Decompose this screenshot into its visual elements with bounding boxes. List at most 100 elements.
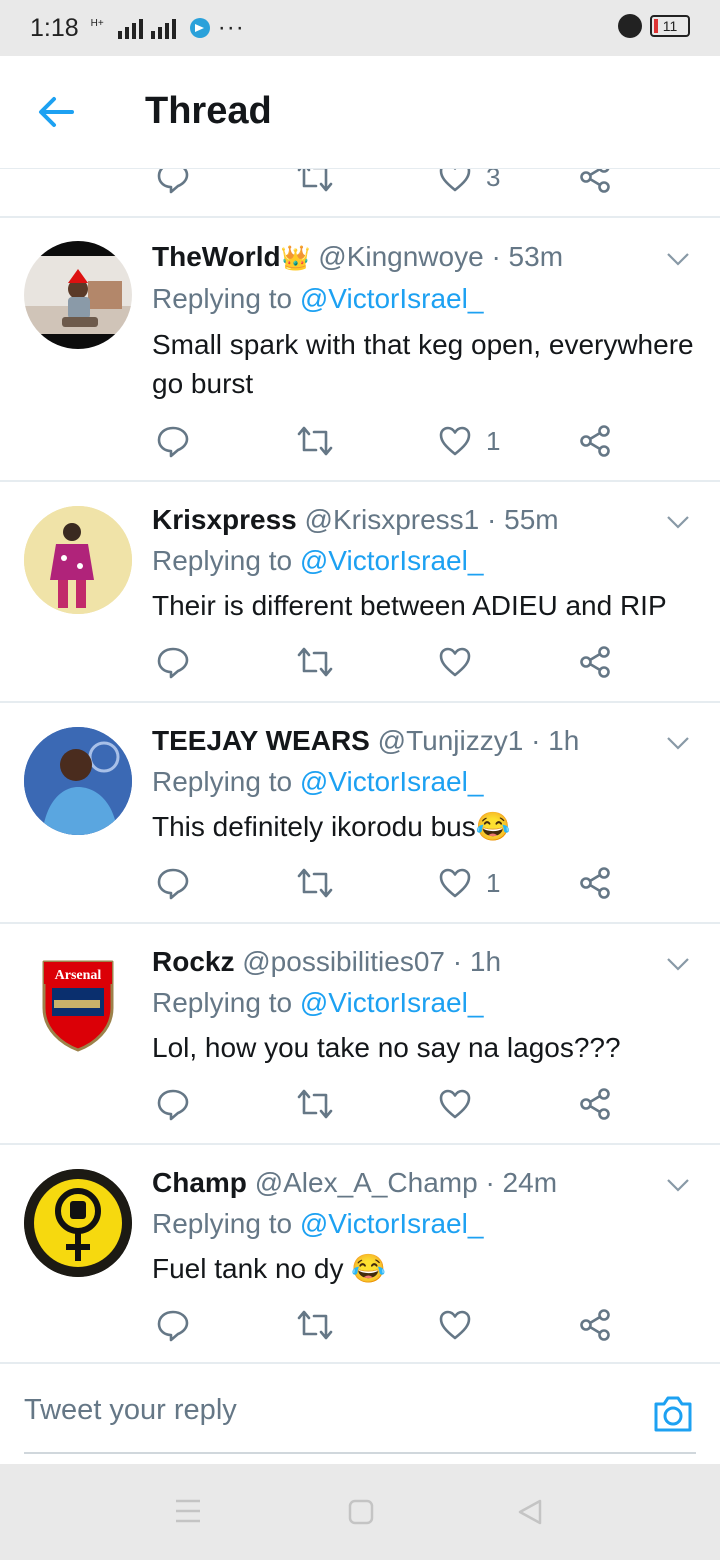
heart-icon [439,426,471,456]
timestamp: · 1h [452,946,502,977]
avatar-image [24,727,132,835]
replying-to: Replying to @VictorIsrael_ [152,283,483,315]
display-name[interactable]: TheWorld [152,241,281,272]
avatar[interactable] [24,1169,132,1277]
display-name[interactable]: Krisxpress [152,504,297,535]
mention-link[interactable]: @VictorIsrael_ [300,987,484,1018]
reply-input[interactable]: Tweet your reply [24,1394,237,1427]
menu-icon[interactable] [174,1498,202,1524]
replying-to-label: Replying to [152,766,293,797]
retweet-icon[interactable] [296,169,334,197]
display-name[interactable]: Rockz [152,946,234,977]
reply-button[interactable] [156,1305,190,1345]
retweet-button[interactable] [296,1305,334,1345]
mention-link[interactable]: @VictorIsrael_ [300,1208,484,1239]
chevron-down-icon[interactable] [666,952,690,976]
share-button[interactable] [578,1084,612,1124]
reply-icon[interactable] [156,169,190,197]
like-button[interactable] [438,642,486,682]
share-icon[interactable] [578,169,612,197]
arsenal-label: Arsenal [55,968,102,983]
tweet-header: TheWorld👑 @Kingnwoye · 53m [152,241,563,273]
tweet-item[interactable]: Arsenal Rockz @possibilities07 · 1h Repl… [0,924,720,1145]
reply-button[interactable] [156,863,190,903]
reply-icon [157,1310,189,1342]
crown-badge-icon: 👑 [280,245,311,272]
like-button[interactable]: 3 [438,169,500,197]
reply-button[interactable] [156,1084,190,1124]
retweet-button[interactable] [296,1084,334,1124]
share-icon [580,867,610,899]
camera-icon[interactable] [652,1394,694,1434]
display-name[interactable]: Champ [152,1167,247,1198]
mention-link[interactable]: @VictorIsrael_ [300,766,484,797]
replying-to-label: Replying to [152,1208,293,1239]
like-button[interactable]: 1 [438,863,500,903]
avatar[interactable] [24,506,132,614]
tweet-actions [0,1084,720,1124]
reply-button[interactable] [156,642,190,682]
battery-icon: 11 [650,15,690,37]
tweet-text: Their is different between ADIEU and RIP [152,590,667,621]
like-button[interactable] [438,1084,486,1124]
tweet-item[interactable]: TheWorld👑 @Kingnwoye · 53m Replying to @… [0,217,720,482]
timestamp: · 55m [487,504,559,535]
reply-icon [157,426,189,458]
heart-icon [439,647,471,677]
telegram-icon [189,18,210,38]
replying-to: Replying to @VictorIsrael_ [152,1208,483,1240]
share-icon [580,1309,610,1341]
heart-icon [439,1089,471,1119]
avatar[interactable] [24,241,132,349]
back-triangle-icon[interactable] [516,1498,544,1526]
share-icon [580,425,610,457]
like-count: 1 [486,425,501,456]
avatar[interactable]: Arsenal [24,948,132,1056]
avatar-image [24,506,132,614]
mention-link[interactable]: @VictorIsrael_ [300,283,484,314]
retweet-button[interactable] [296,421,334,461]
replying-to-label: Replying to [152,283,293,314]
tweet-item[interactable]: Champ @Alex_A_Champ · 24m Replying to @V… [0,1145,720,1362]
tweet-text: Fuel tank no dy 😂 [152,1253,387,1284]
avatar-image [24,1169,132,1277]
like-button[interactable] [438,1305,486,1345]
chevron-down-icon[interactable] [666,1173,690,1197]
share-icon [580,1088,610,1120]
reply-icon [157,1089,189,1121]
tweet-actions: 3 [0,169,720,197]
like-count: 1 [486,867,501,898]
heart-icon [439,868,471,898]
like-button[interactable]: 1 [438,421,500,461]
chevron-down-icon[interactable] [666,247,690,271]
retweet-button[interactable] [296,863,334,903]
handle: @Alex_A_Champ [254,1167,478,1198]
home-icon[interactable] [347,1498,375,1526]
back-arrow-icon[interactable] [36,92,76,132]
share-button[interactable] [578,1305,612,1345]
retweet-icon [297,868,333,898]
tweet-item[interactable]: TEEJAY WEARS @Tunjizzy1 · 1h Replying to… [0,703,720,924]
retweet-button[interactable] [296,642,334,682]
avatar-image [62,269,122,327]
share-button[interactable] [578,863,612,903]
replying-to: Replying to @VictorIsrael_ [152,987,483,1019]
chevron-down-icon[interactable] [666,731,690,755]
share-button[interactable] [578,642,612,682]
mention-link[interactable]: @VictorIsrael_ [300,545,484,576]
tweet-header: TEEJAY WEARS @Tunjizzy1 · 1h [152,725,579,757]
reply-button[interactable] [156,421,190,461]
reply-icon [157,647,189,679]
tweet-header: Champ @Alex_A_Champ · 24m [152,1167,557,1199]
display-name[interactable]: TEEJAY WEARS [152,725,370,756]
reply-composer: Tweet your reply [0,1362,720,1464]
tweet-item[interactable]: Krisxpress @Krisxpress1 · 55m Replying t… [0,482,720,703]
avatar[interactable] [24,727,132,835]
share-button[interactable] [578,421,612,461]
retweet-icon [297,647,333,677]
heart-icon [439,1310,471,1340]
replying-to-label: Replying to [152,545,293,576]
handle: @Tunjizzy1 [377,725,524,756]
tweet-header: Rockz @possibilities07 · 1h [152,946,501,978]
chevron-down-icon[interactable] [666,510,690,534]
